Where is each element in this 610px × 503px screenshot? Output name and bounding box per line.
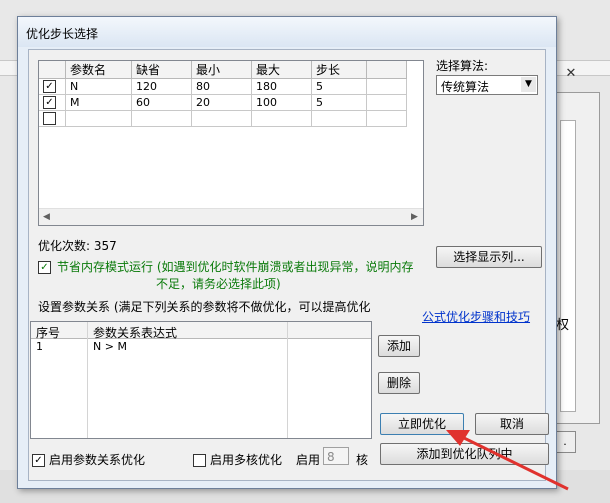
- annotation-arrow-icon: [446, 430, 569, 491]
